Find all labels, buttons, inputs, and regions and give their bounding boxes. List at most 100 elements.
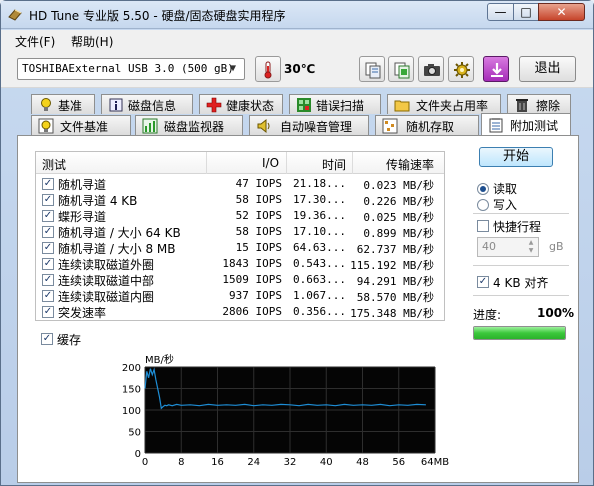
start-button[interactable]: 开始 bbox=[479, 147, 553, 167]
quick-stroke-unit: gB bbox=[549, 240, 564, 253]
copy-text-button[interactable] bbox=[388, 56, 414, 82]
table-row[interactable]: ✓ 随机寻道 / 大小 8 MB 15 IOPS 64.63... 62.737 MB/… bbox=[36, 240, 444, 256]
close-button[interactable]: ✕ bbox=[538, 3, 585, 21]
tab-folder-usage[interactable]: 文件夹占用率 bbox=[387, 94, 501, 114]
table-row[interactable]: ✓ 蝶形寻道 52 IOPS 19.36... 0.025 MB/秒 bbox=[36, 208, 444, 224]
drive-select[interactable]: TOSHIBAExternal USB 3.0 (500 gB) ▼ bbox=[17, 58, 245, 80]
row-checkbox[interactable]: ✓ bbox=[42, 258, 54, 270]
y-tick-label: 200 bbox=[122, 363, 141, 374]
camera-icon bbox=[424, 64, 440, 76]
table-row[interactable]: ✓ 连续读取磁道内圈 937 IOPS 1.067... 58.570 MB/秒 bbox=[36, 288, 444, 304]
divider bbox=[473, 295, 569, 296]
chevron-down-icon[interactable]: ▼ bbox=[225, 61, 241, 77]
x-tick-label: 8 bbox=[178, 457, 184, 468]
column-header-test[interactable]: 测试 bbox=[42, 156, 66, 173]
title-bar: HD Tune 专业版 5.50 - 硬盘/固态硬盘实用程序 — □ ✕ bbox=[1, 1, 593, 29]
tab-label: 错误扫描 bbox=[316, 99, 365, 113]
window-title: HD Tune 专业版 5.50 - 硬盘/固态硬盘实用程序 bbox=[29, 9, 286, 23]
download-icon bbox=[491, 63, 503, 77]
io-value: 15 IOPS bbox=[235, 241, 282, 254]
menu-file[interactable]: 文件(F) bbox=[15, 33, 55, 50]
time-value: 17.10... bbox=[293, 225, 346, 238]
screenshot-button[interactable] bbox=[418, 56, 444, 82]
time-value: 0.663... bbox=[293, 273, 346, 286]
time-value: 0.356... bbox=[293, 305, 346, 318]
lightbulb-icon bbox=[41, 98, 51, 111]
tab-health[interactable]: 健康状态 bbox=[199, 94, 283, 114]
table-row[interactable]: ✓ 随机寻道 47 IOPS 21.18... 0.023 MB/秒 bbox=[36, 176, 444, 192]
row-checkbox[interactable]: ✓ bbox=[42, 274, 54, 286]
stepper-down-icon[interactable]: ▼ bbox=[525, 247, 537, 255]
tab-label: 文件夹占用率 bbox=[416, 99, 489, 113]
write-radio[interactable] bbox=[477, 199, 489, 211]
temperature-button[interactable] bbox=[255, 56, 281, 82]
io-value: 52 IOPS bbox=[235, 209, 282, 222]
table-row[interactable]: ✓ 随机寻道 4 KB 58 IOPS 17.30... 0.226 MB/秒 bbox=[36, 192, 444, 208]
y-tick-label: 100 bbox=[122, 406, 141, 417]
column-header-io[interactable]: I/O bbox=[262, 156, 279, 170]
row-checkbox[interactable]: ✓ bbox=[42, 178, 54, 190]
tab-disk-monitor[interactable]: 磁盘监视器 bbox=[135, 115, 243, 135]
app-logo-icon bbox=[8, 9, 22, 21]
io-value: 47 IOPS bbox=[235, 177, 282, 190]
tab-benchmark[interactable]: 基准 bbox=[31, 94, 95, 114]
row-checkbox[interactable]: ✓ bbox=[42, 194, 54, 206]
tab-random-access[interactable]: 随机存取 bbox=[375, 115, 479, 135]
test-name: 连续读取磁道中部 bbox=[58, 274, 155, 288]
tab-error-scan[interactable]: 错误扫描 bbox=[289, 94, 381, 114]
progress-percent: 100% bbox=[537, 306, 575, 320]
row-checkbox[interactable]: ✓ bbox=[42, 226, 54, 238]
tab-disk-info[interactable]: 磁盘信息 bbox=[101, 94, 193, 114]
options-button[interactable] bbox=[448, 56, 474, 82]
tab-label: 自动噪音管理 bbox=[280, 120, 353, 134]
test-name: 蝶形寻道 bbox=[58, 210, 107, 224]
column-divider[interactable] bbox=[286, 152, 287, 174]
lightbulb-icon bbox=[38, 118, 54, 134]
copy-info-icon bbox=[365, 62, 381, 79]
tab-extra-tests[interactable]: 附加测试 bbox=[481, 113, 571, 135]
tab-label: 附加测试 bbox=[510, 119, 559, 133]
y-tick-label: 150 bbox=[122, 385, 141, 396]
save-button[interactable] bbox=[483, 56, 509, 82]
quick-stroke-stepper[interactable]: 40 ▲ ▼ bbox=[477, 237, 539, 257]
tab-file-benchmark[interactable]: 文件基准 bbox=[31, 115, 131, 135]
x-tick-label: 32 bbox=[284, 457, 297, 468]
row-checkbox[interactable]: ✓ bbox=[42, 242, 54, 254]
align-4kb-checkbox[interactable]: ✓ bbox=[477, 276, 489, 288]
read-radio[interactable] bbox=[477, 183, 489, 195]
maximize-button[interactable]: □ bbox=[513, 3, 539, 21]
table-row[interactable]: ✓ 随机寻道 / 大小 64 KB 58 IOPS 17.10... 0.899 MB/… bbox=[36, 224, 444, 240]
progress-label: 进度: bbox=[473, 308, 502, 322]
x-tick-label: 56 bbox=[392, 457, 405, 468]
column-header-time[interactable]: 时间 bbox=[322, 156, 346, 173]
test-name: 随机寻道 bbox=[58, 178, 107, 192]
column-header-rate[interactable]: 传输速率 bbox=[386, 156, 434, 173]
io-value: 2806 IOPS bbox=[222, 305, 282, 318]
time-value: 1.067... bbox=[293, 289, 346, 302]
copy-info-button[interactable] bbox=[359, 56, 385, 82]
row-checkbox[interactable]: ✓ bbox=[42, 306, 54, 318]
cache-checkbox[interactable]: ✓ bbox=[41, 333, 53, 345]
row-checkbox[interactable]: ✓ bbox=[42, 210, 54, 222]
table-row[interactable]: ✓ 突发速率 2806 IOPS 0.356... 175.348 MB/秒 bbox=[36, 304, 444, 320]
table-row[interactable]: ✓ 连续读取磁道中部 1509 IOPS 0.663... 94.291 MB/秒 bbox=[36, 272, 444, 288]
tab-label: 健康状态 bbox=[226, 99, 275, 113]
exit-button[interactable]: 退出 bbox=[519, 56, 576, 82]
menu-help[interactable]: 帮助(H) bbox=[71, 33, 113, 50]
rate-value: 115.192 MB/秒 bbox=[350, 259, 434, 272]
table-row[interactable]: ✓ 连续读取磁道外圈 1843 IOPS 0.543... 115.192 MB/秒 bbox=[36, 256, 444, 272]
x-tick-label: 16 bbox=[211, 457, 224, 468]
stepper-up-icon[interactable]: ▲ bbox=[525, 239, 537, 247]
quick-stroke-checkbox[interactable] bbox=[477, 220, 489, 232]
tab-erase[interactable]: 擦除 bbox=[507, 94, 571, 114]
thermometer-icon bbox=[264, 61, 272, 79]
io-value: 58 IOPS bbox=[235, 225, 282, 238]
app-window: HD Tune 专业版 5.50 - 硬盘/固态硬盘实用程序 — □ ✕ 文件(… bbox=[0, 0, 594, 486]
io-value: 937 IOPS bbox=[229, 289, 282, 302]
tab-aam[interactable]: 自动噪音管理 bbox=[249, 115, 369, 135]
io-value: 1843 IOPS bbox=[222, 257, 282, 270]
row-checkbox[interactable]: ✓ bbox=[42, 290, 54, 302]
column-divider[interactable] bbox=[352, 152, 353, 174]
minimize-button[interactable]: — bbox=[487, 3, 514, 21]
column-divider[interactable] bbox=[206, 152, 207, 174]
